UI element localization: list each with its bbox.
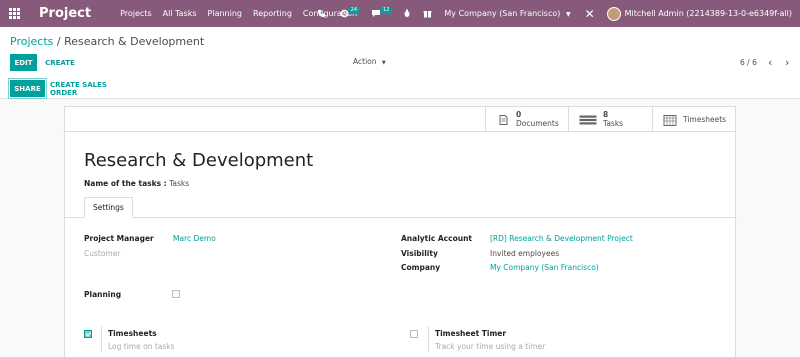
create-button[interactable]: CREATE [40, 54, 80, 71]
button-box: 0 Documents 8 Tasks Timesheets [63, 107, 735, 132]
menu-item-projects[interactable]: Projects [120, 9, 152, 18]
action-label: Action [353, 57, 377, 66]
timesheet-timer-help: Track your time using a timer [435, 342, 546, 351]
app-brand[interactable]: Project [39, 6, 91, 21]
form-sheet: 0 Documents 8 Tasks Timesheets Research … [63, 106, 737, 357]
chevron-left-icon[interactable]: ‹ [768, 56, 772, 69]
messages-badge: 12 [380, 7, 393, 14]
systray: 24 12 My Company (San Francisco) ▼ ✕ Mit… [317, 0, 800, 27]
tasks-name-label: Name of the tasks : [84, 179, 167, 188]
record-title[interactable]: Research & Development [84, 150, 313, 171]
company-label: Company [401, 263, 441, 272]
notebook-tabs: Settings [65, 197, 737, 218]
app-switcher[interactable] [0, 0, 29, 27]
control-panel: Projects / Research & Development EDIT C… [0, 27, 800, 99]
tasks-name-value[interactable]: Tasks [169, 179, 189, 188]
timesheets-help: Log time on tasks [108, 342, 175, 351]
caret-down-icon: ▼ [565, 11, 571, 18]
chevron-right-icon[interactable]: › [785, 56, 789, 69]
tab-settings[interactable]: Settings [84, 197, 133, 218]
file-icon [499, 114, 508, 125]
breadcrumb-separator: / [56, 35, 61, 48]
activity-icon[interactable]: 24 [340, 7, 361, 18]
activity-badge: 24 [347, 7, 361, 14]
pager-value[interactable]: 6 / 6 [740, 58, 757, 67]
documents-count: 0 [516, 110, 522, 119]
menu-item-all-tasks[interactable]: All Tasks [163, 9, 197, 18]
gift-icon[interactable] [423, 9, 432, 18]
user-name[interactable]: Mitchell Admin (2214389-13-0-e6349f-all) [625, 9, 792, 18]
share-button[interactable]: SHARE [8, 78, 47, 99]
project-manager-label: Project Manager [84, 234, 154, 243]
breadcrumb-current: Research & Development [64, 35, 205, 48]
edit-button[interactable]: EDIT [10, 54, 37, 71]
timesheets-label: Timesheets [683, 115, 727, 124]
tasks-stat-button[interactable]: 8 Tasks [568, 107, 652, 132]
menu-item-planning[interactable]: Planning [208, 9, 242, 18]
top-navbar: Project Projects All Tasks Planning Repo… [0, 0, 800, 27]
visibility-field[interactable]: Invited employees [490, 249, 559, 258]
timesheets-stat-button[interactable]: Timesheets [652, 107, 735, 132]
documents-label: Documents [516, 119, 559, 128]
visibility-label: Visibility [401, 249, 438, 258]
analytic-account-label: Analytic Account [401, 234, 472, 243]
analytic-account-field[interactable]: [RD] Research & Development Project [490, 234, 633, 243]
menu-item-reporting[interactable]: Reporting [253, 9, 292, 18]
close-icon[interactable]: ✕ [585, 7, 595, 21]
timesheets-label: Timesheets [108, 329, 157, 338]
breadcrumb-projects[interactable]: Projects [10, 35, 53, 48]
company-switcher[interactable]: My Company (San Francisco) ▼ [444, 9, 570, 18]
action-dropdown[interactable]: Action ▼ [353, 57, 386, 66]
breadcrumb: Projects / Research & Development [10, 35, 204, 48]
company-name: My Company (San Francisco) [444, 9, 561, 18]
create-sales-order-button[interactable]: CREATE SALES ORDER [50, 80, 136, 97]
planning-checkbox[interactable] [172, 290, 180, 298]
tasks-count: 8 [603, 110, 609, 119]
timesheet-timer-checkbox[interactable] [410, 330, 418, 338]
phone-icon[interactable] [317, 9, 326, 18]
bug-icon[interactable] [403, 9, 411, 18]
documents-stat-button[interactable]: 0 Documents [485, 107, 568, 132]
user-avatar[interactable] [606, 6, 621, 21]
customer-label: Customer [84, 249, 121, 258]
apps-grid-icon [8, 7, 21, 20]
planning-label: Planning [84, 290, 122, 299]
tasks-label: Tasks [603, 119, 624, 128]
company-field[interactable]: My Company (San Francisco) [490, 263, 599, 272]
calendar-icon [663, 114, 677, 126]
timesheets-checkbox[interactable] [84, 330, 92, 338]
caret-down-icon: ▼ [381, 60, 386, 66]
tasks-icon [579, 115, 597, 124]
timesheet-timer-label: Timesheet Timer [435, 329, 507, 338]
tasks-name-row: Name of the tasks : Tasks [84, 179, 189, 188]
project-manager-field[interactable]: Marc Demo [173, 234, 216, 243]
timesheet-timer-separator [428, 326, 429, 352]
messages-icon[interactable]: 12 [371, 7, 393, 18]
timesheets-separator [101, 326, 102, 352]
